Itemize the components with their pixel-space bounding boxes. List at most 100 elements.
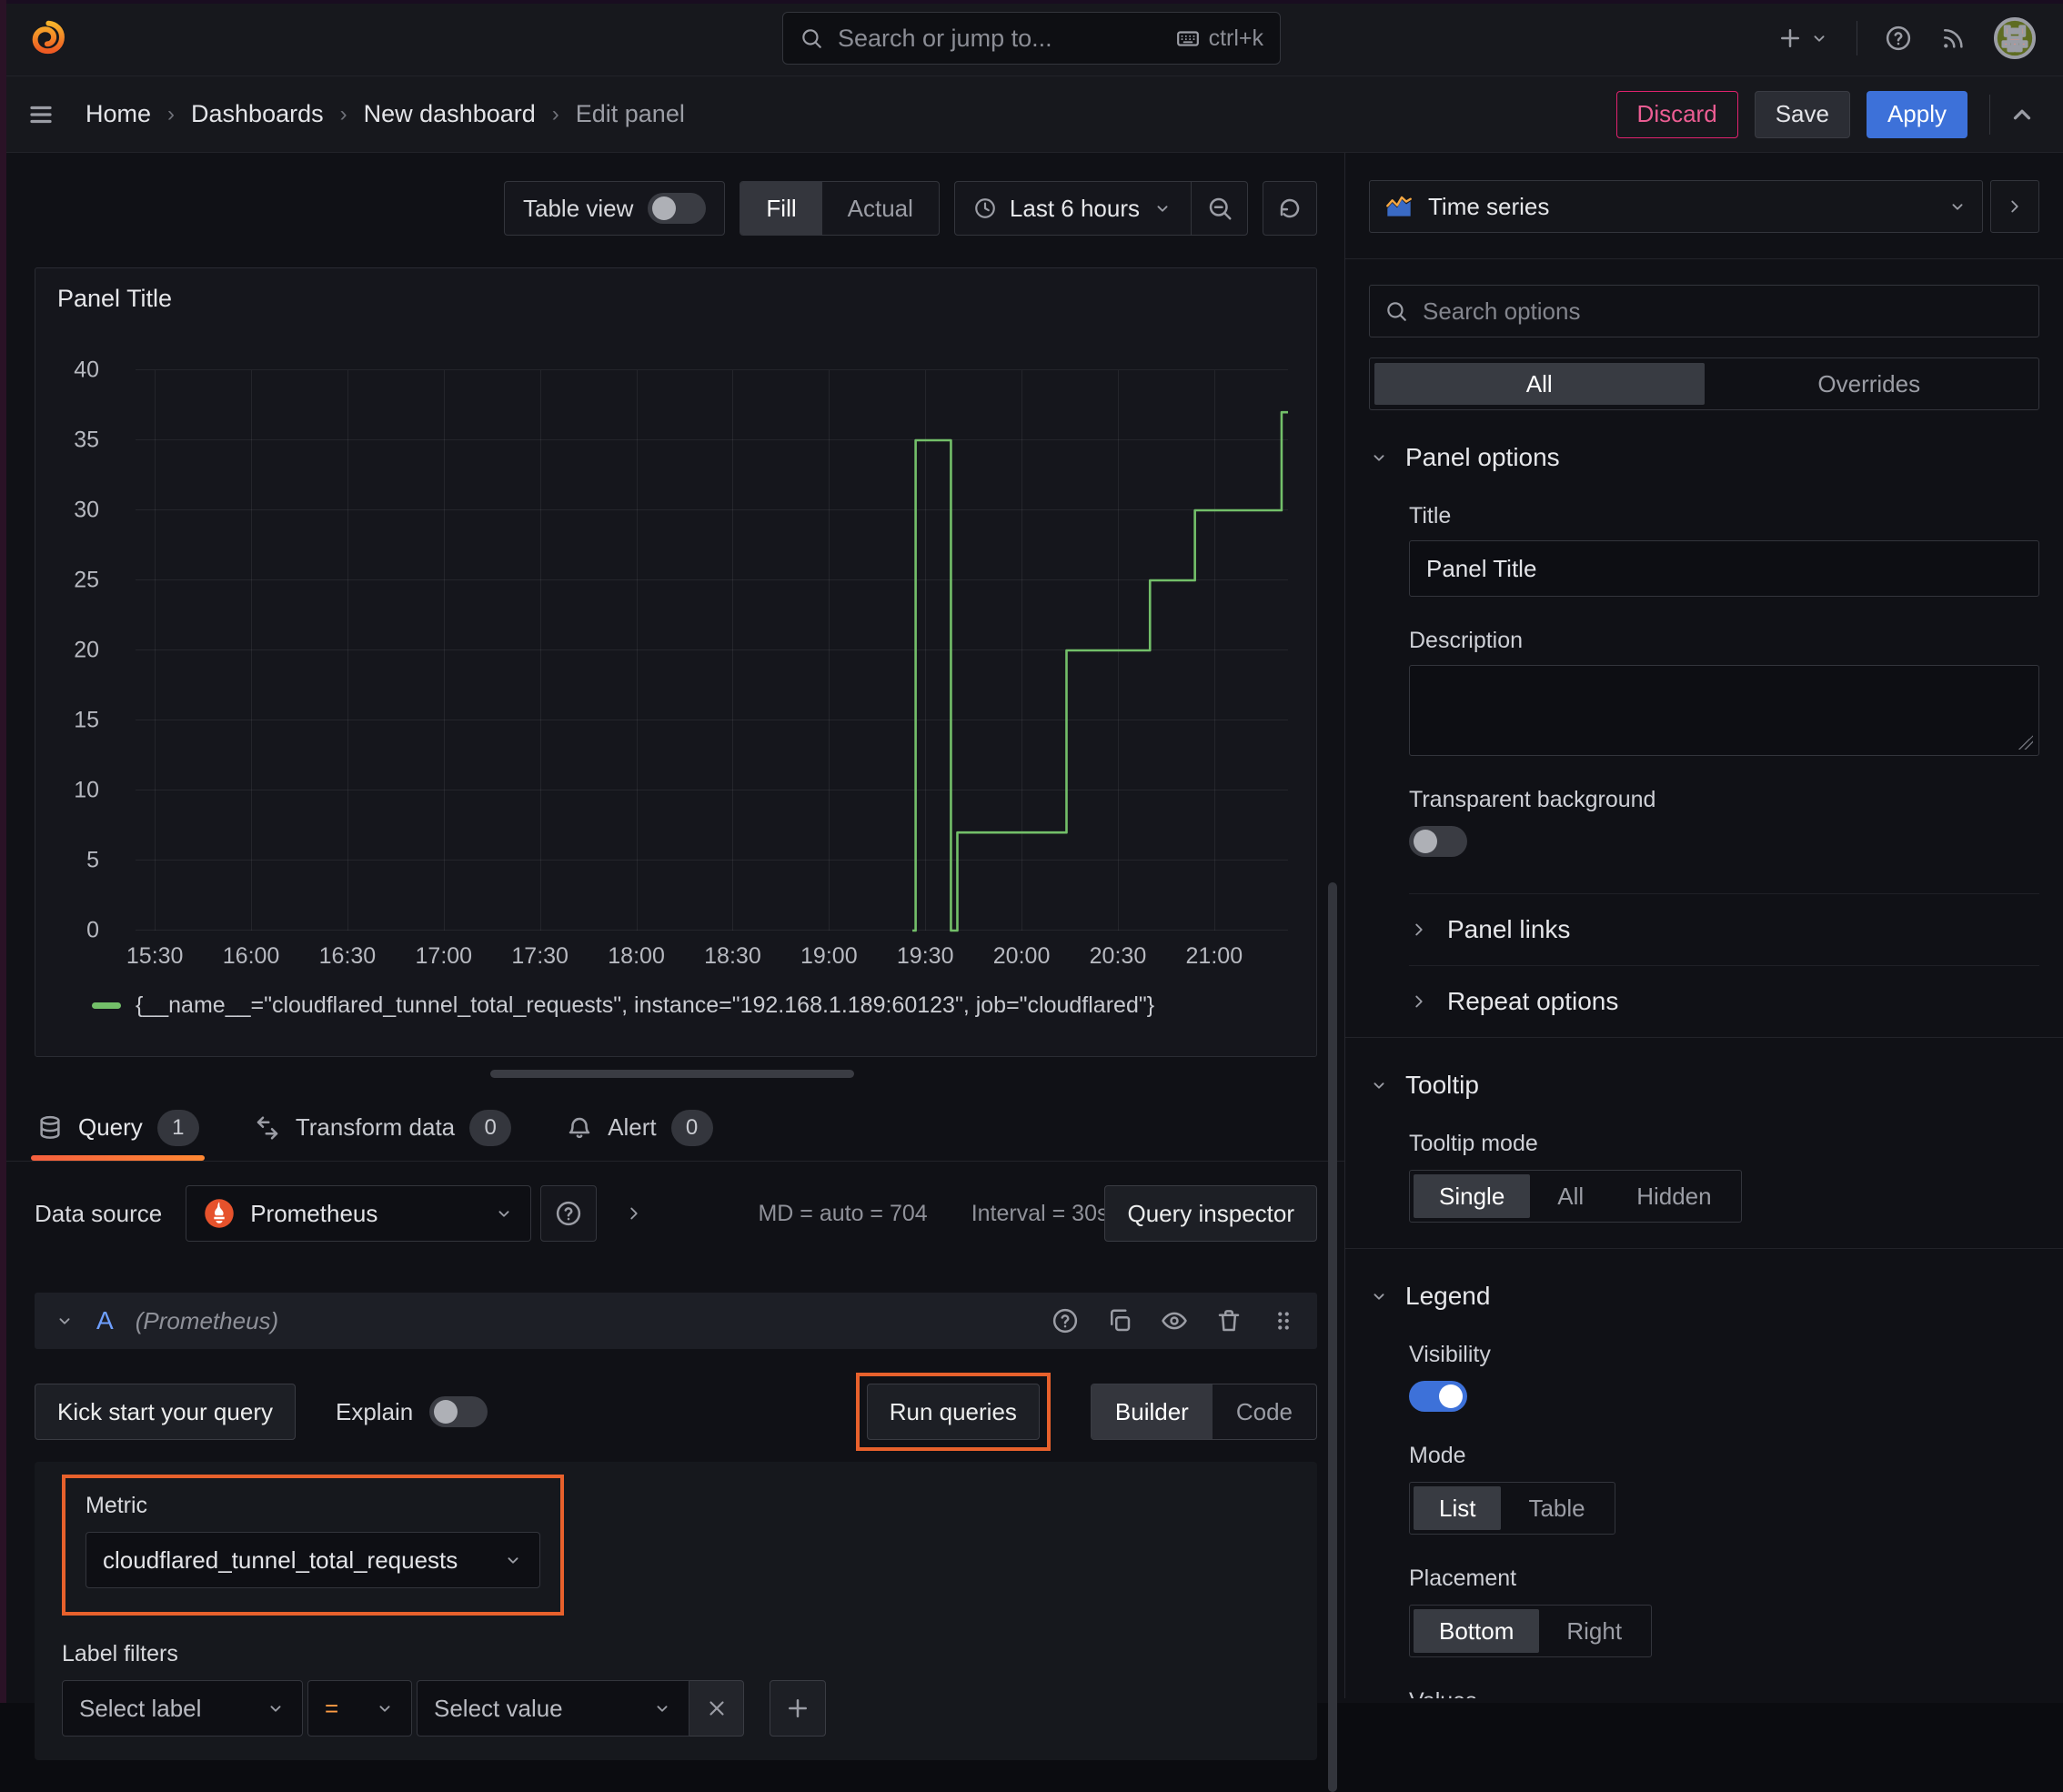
x-tick-label: 16:30 — [318, 943, 377, 969]
legend-mode-table[interactable]: Table — [1503, 1486, 1610, 1530]
menu-icon[interactable] — [27, 101, 55, 128]
description-textarea[interactable] — [1409, 665, 2039, 756]
resize-handle[interactable] — [2018, 735, 2033, 750]
top-nav-right — [1776, 16, 2036, 59]
chevron-right-icon[interactable] — [624, 1203, 644, 1223]
tab-alert[interactable]: Alert 0 — [566, 1094, 713, 1161]
apply-button[interactable]: Apply — [1866, 90, 1967, 138]
tooltip-mode-all[interactable]: All — [1532, 1174, 1609, 1218]
y-tick-label: 25 — [74, 567, 99, 593]
tooltip-mode-hidden[interactable]: Hidden — [1611, 1174, 1736, 1218]
collapse-pane-button[interactable] — [1990, 180, 2039, 233]
panel-edit-main: Table view Fill Actual Last 6 hours Pane… — [0, 153, 1344, 1792]
database-icon — [36, 1114, 64, 1142]
tab-query[interactable]: Query 1 — [31, 1094, 205, 1161]
fill-option[interactable]: Fill — [740, 182, 822, 235]
code-option[interactable]: Code — [1213, 1384, 1316, 1439]
transparent-background-label: Transparent background — [1409, 787, 1656, 812]
help-icon[interactable] — [1052, 1307, 1079, 1334]
copy-icon[interactable] — [1106, 1307, 1133, 1334]
tab-transform-data[interactable]: Transform data 0 — [254, 1094, 512, 1161]
panel-title-input[interactable] — [1409, 540, 2039, 597]
chevron-up-icon[interactable] — [1989, 94, 2036, 135]
builder-option[interactable]: Builder — [1091, 1384, 1213, 1439]
select-label-dropdown[interactable]: Select label — [62, 1680, 303, 1737]
discard-button[interactable]: Discard — [1615, 90, 1738, 138]
actual-option[interactable]: Actual — [822, 182, 939, 235]
run-queries-button[interactable]: Run queries — [866, 1384, 1040, 1440]
section-repeat-options[interactable]: Repeat options — [1409, 966, 2039, 1037]
options-search-input[interactable] — [1421, 296, 2024, 327]
metric-select[interactable]: cloudflared_tunnel_total_requests — [86, 1532, 540, 1588]
table-view-toggle[interactable] — [648, 193, 707, 224]
help-icon[interactable] — [1885, 25, 1912, 52]
legend-series-name[interactable]: {__name__="cloudflared_tunnel_total_requ… — [136, 992, 1154, 1019]
time-range-button[interactable]: Last 6 hours — [955, 182, 1191, 235]
query-row-header[interactable]: A (Prometheus) — [35, 1293, 1317, 1349]
visualization-picker[interactable]: Time series — [1369, 180, 1983, 233]
operator-dropdown[interactable]: = — [307, 1680, 412, 1737]
options-search[interactable] — [1369, 285, 2039, 337]
breadcrumb-dashboards[interactable]: Dashboards — [191, 100, 324, 128]
transparent-background-toggle[interactable] — [1409, 826, 1467, 857]
breadcrumb-home[interactable]: Home — [86, 100, 151, 128]
plot-area[interactable] — [136, 369, 1288, 931]
grip-icon[interactable] — [1270, 1307, 1297, 1334]
chevron-down-icon — [1152, 198, 1172, 218]
search-shortcut: ctrl+k — [1176, 25, 1263, 52]
trash-icon[interactable] — [1215, 1307, 1243, 1334]
avatar[interactable] — [1994, 16, 2036, 59]
section-panel-links[interactable]: Panel links — [1409, 894, 2039, 965]
placement-right[interactable]: Right — [1541, 1609, 1647, 1653]
section-legend[interactable]: Legend — [1369, 1282, 2039, 1311]
select-value-dropdown[interactable]: Select value — [417, 1680, 689, 1737]
tab-all[interactable]: All — [1374, 363, 1705, 405]
save-button[interactable]: Save — [1754, 90, 1850, 138]
query-inspector-button[interactable]: Query inspector — [1104, 1185, 1317, 1242]
chevron-down-icon — [503, 1550, 523, 1570]
scrollbar[interactable] — [1328, 882, 1337, 1792]
builder-code-switch: Builder Code — [1090, 1384, 1317, 1440]
query-section: Data source Prometheus MD = auto = 704 I… — [0, 1162, 1344, 1760]
panel-links-label: Panel links — [1447, 915, 1571, 943]
explain-control: Explain — [336, 1396, 488, 1427]
zoom-out-icon[interactable] — [1191, 182, 1247, 235]
datasource-picker[interactable]: Prometheus — [186, 1185, 532, 1242]
legend-mode-list[interactable]: List — [1414, 1486, 1502, 1530]
time-range-label: Last 6 hours — [1009, 194, 1140, 222]
remove-filter-button[interactable] — [689, 1680, 744, 1737]
visibility-label: Visibility — [1409, 1342, 1491, 1367]
chevron-down-icon[interactable] — [55, 1311, 75, 1331]
refresh-icon[interactable] — [1263, 181, 1317, 236]
datasource-row: Data source Prometheus MD = auto = 704 I… — [35, 1185, 1317, 1242]
chevron-down-icon — [652, 1698, 672, 1718]
search-icon — [1384, 299, 1408, 323]
new-menu-button[interactable] — [1776, 25, 1829, 52]
search-input[interactable] — [836, 23, 1163, 54]
legend-visibility-toggle[interactable] — [1409, 1381, 1467, 1412]
placement-bottom[interactable]: Bottom — [1414, 1609, 1540, 1653]
global-search[interactable]: ctrl+k — [782, 12, 1281, 65]
kick-start-button[interactable]: Kick start your query — [35, 1384, 296, 1440]
chart-legend[interactable]: {__name__="cloudflared_tunnel_total_requ… — [92, 992, 1154, 1019]
series-line — [136, 370, 1288, 931]
eye-icon[interactable] — [1161, 1307, 1188, 1334]
window-top-edge — [0, 0, 2063, 4]
chevron-down-icon — [1809, 28, 1829, 48]
datasource-help-icon[interactable] — [540, 1185, 598, 1242]
header-actions: Discard Save Apply — [1615, 90, 2036, 138]
add-filter-button[interactable] — [770, 1680, 826, 1737]
section-panel-options[interactable]: Panel options — [1369, 443, 2039, 472]
grafana-logo[interactable] — [27, 17, 69, 59]
explain-label: Explain — [335, 1397, 414, 1425]
explain-toggle[interactable] — [429, 1396, 488, 1427]
resize-drag-handle[interactable] — [490, 1070, 854, 1078]
news-rss-icon[interactable] — [1939, 25, 1967, 52]
tooltip-mode-single[interactable]: Single — [1414, 1174, 1531, 1218]
panel-preview[interactable]: Panel Title 0 5 10 15 20 25 30 35 40 15:30 16:00 1… — [35, 267, 1317, 1057]
tab-overrides[interactable]: Overrides — [1705, 363, 2035, 405]
transform-count-badge: 0 — [469, 1109, 512, 1146]
section-tooltip[interactable]: Tooltip — [1369, 1071, 2039, 1100]
breadcrumb-new-dashboard[interactable]: New dashboard — [364, 100, 536, 128]
label-filters-label: Label filters — [62, 1641, 178, 1666]
